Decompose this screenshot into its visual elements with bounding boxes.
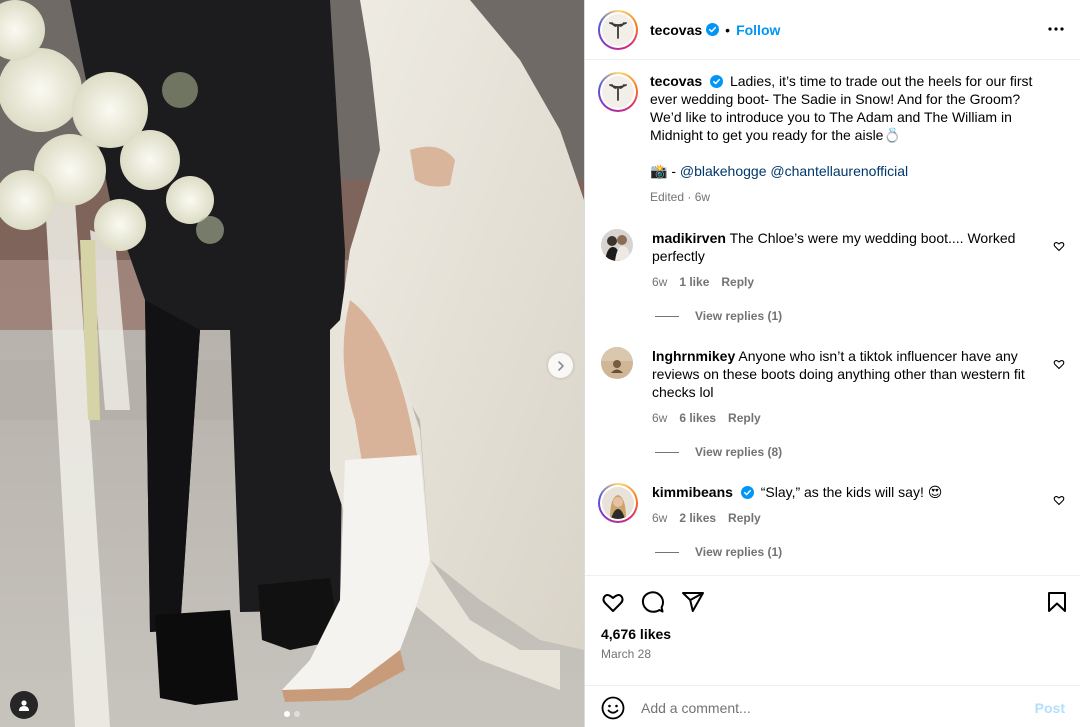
chevron-right-icon xyxy=(557,360,564,371)
view-replies-button[interactable]: View replies (8) xyxy=(655,445,782,459)
heart-icon[interactable] xyxy=(1053,494,1065,506)
post-media[interactable] xyxy=(0,0,584,727)
follow-button[interactable]: Follow xyxy=(736,22,780,38)
heart-icon[interactable] xyxy=(601,590,625,614)
reply-button[interactable]: Reply xyxy=(728,409,761,427)
view-replies-button[interactable]: View replies (1) xyxy=(655,309,782,323)
carousel-dot-1 xyxy=(284,711,290,717)
more-options-button[interactable] xyxy=(1048,21,1064,37)
view-replies-label: View replies (1) xyxy=(695,309,783,323)
post-caption: tecovas Ladies, it’s time to trade out t… xyxy=(598,72,1068,206)
comment-input[interactable] xyxy=(641,699,1035,716)
photo-credit-prefix: 📸 - xyxy=(650,163,680,179)
user-tags-button[interactable] xyxy=(10,691,38,719)
action-bar xyxy=(585,576,1080,628)
comment-likes[interactable]: 1 like xyxy=(679,273,709,291)
comment-item: kimmibeans “Slay,” as the kids will say!… xyxy=(598,483,1065,527)
wedding-photo xyxy=(0,0,584,727)
comment-time[interactable]: 6w xyxy=(652,273,667,291)
post-header: tecovas • Follow xyxy=(585,0,1080,60)
comment-likes[interactable]: 6 likes xyxy=(679,409,716,427)
comments-list[interactable]: tecovas Ladies, it’s time to trade out t… xyxy=(585,61,1080,574)
more-horizontal-icon xyxy=(1048,27,1064,31)
tecovas-logo-icon xyxy=(609,21,627,39)
next-slide-button[interactable] xyxy=(548,353,573,378)
post-dialog: tecovas • Follow tecovas Ladies, it’s ti… xyxy=(0,0,1080,727)
header-separator: • xyxy=(725,21,731,38)
comment-time[interactable]: 6w xyxy=(652,409,667,427)
comment-username[interactable]: madikirven xyxy=(652,230,726,246)
comment-time[interactable]: 6w xyxy=(652,509,667,527)
mention-link[interactable]: @blakehogge xyxy=(680,163,767,179)
avatar[interactable] xyxy=(598,483,638,523)
comment-bubble-icon[interactable] xyxy=(641,590,665,614)
reply-button[interactable]: Reply xyxy=(728,509,761,527)
comment-item: lnghrnmikey Anyone who isn’t a tiktok in… xyxy=(601,347,1065,427)
carousel-dot-2 xyxy=(294,711,300,717)
avatar[interactable] xyxy=(598,9,638,50)
post-author-username[interactable]: tecovas xyxy=(650,22,702,38)
view-replies-label: View replies (8) xyxy=(695,445,783,459)
tecovas-logo-icon xyxy=(609,84,627,101)
caption-meta: Edited · 6w xyxy=(650,190,711,204)
comment-item: madikirven The Chloe’s were my wedding b… xyxy=(601,229,1065,291)
caption-username[interactable]: tecovas xyxy=(650,73,702,89)
heart-icon[interactable] xyxy=(1053,240,1065,252)
likes-count[interactable]: 4,676 likes xyxy=(585,626,1080,642)
carousel-indicator xyxy=(284,711,300,717)
post-comment-button[interactable]: Post xyxy=(1035,700,1065,716)
view-replies-button[interactable]: View replies (1) xyxy=(655,545,782,559)
view-replies-label: View replies (1) xyxy=(695,545,783,559)
user-tag-icon xyxy=(19,700,29,711)
avatar[interactable] xyxy=(601,229,633,261)
heart-icon[interactable] xyxy=(1053,358,1065,370)
comment-username[interactable]: lnghrnmikey xyxy=(652,348,735,364)
smiley-icon[interactable] xyxy=(601,696,625,720)
post-date[interactable]: March 28 xyxy=(585,647,1080,661)
verified-badge-icon xyxy=(740,486,754,499)
reply-button[interactable]: Reply xyxy=(721,273,754,291)
paper-plane-icon[interactable] xyxy=(681,590,705,614)
add-comment-bar: Post xyxy=(585,685,1080,727)
verified-badge-icon xyxy=(710,75,724,88)
comment-text: “Slay,” as the kids will say! 😍 xyxy=(760,484,943,500)
comment-likes[interactable]: 2 likes xyxy=(679,509,716,527)
avatar[interactable] xyxy=(601,347,633,379)
post-footer: 4,676 likes March 28 Post xyxy=(585,575,1080,719)
comment-username[interactable]: kimmibeans xyxy=(652,484,733,500)
mention-link[interactable]: @chantellaurenofficial xyxy=(770,163,908,179)
caption-avatar[interactable] xyxy=(598,72,638,112)
caption-text: Ladies, it’s time to trade out the heels… xyxy=(650,73,1033,143)
post-sidebar: tecovas • Follow tecovas Ladies, it’s ti… xyxy=(584,0,1080,727)
verified-badge-icon xyxy=(706,23,720,36)
bookmark-icon[interactable] xyxy=(1045,590,1069,614)
